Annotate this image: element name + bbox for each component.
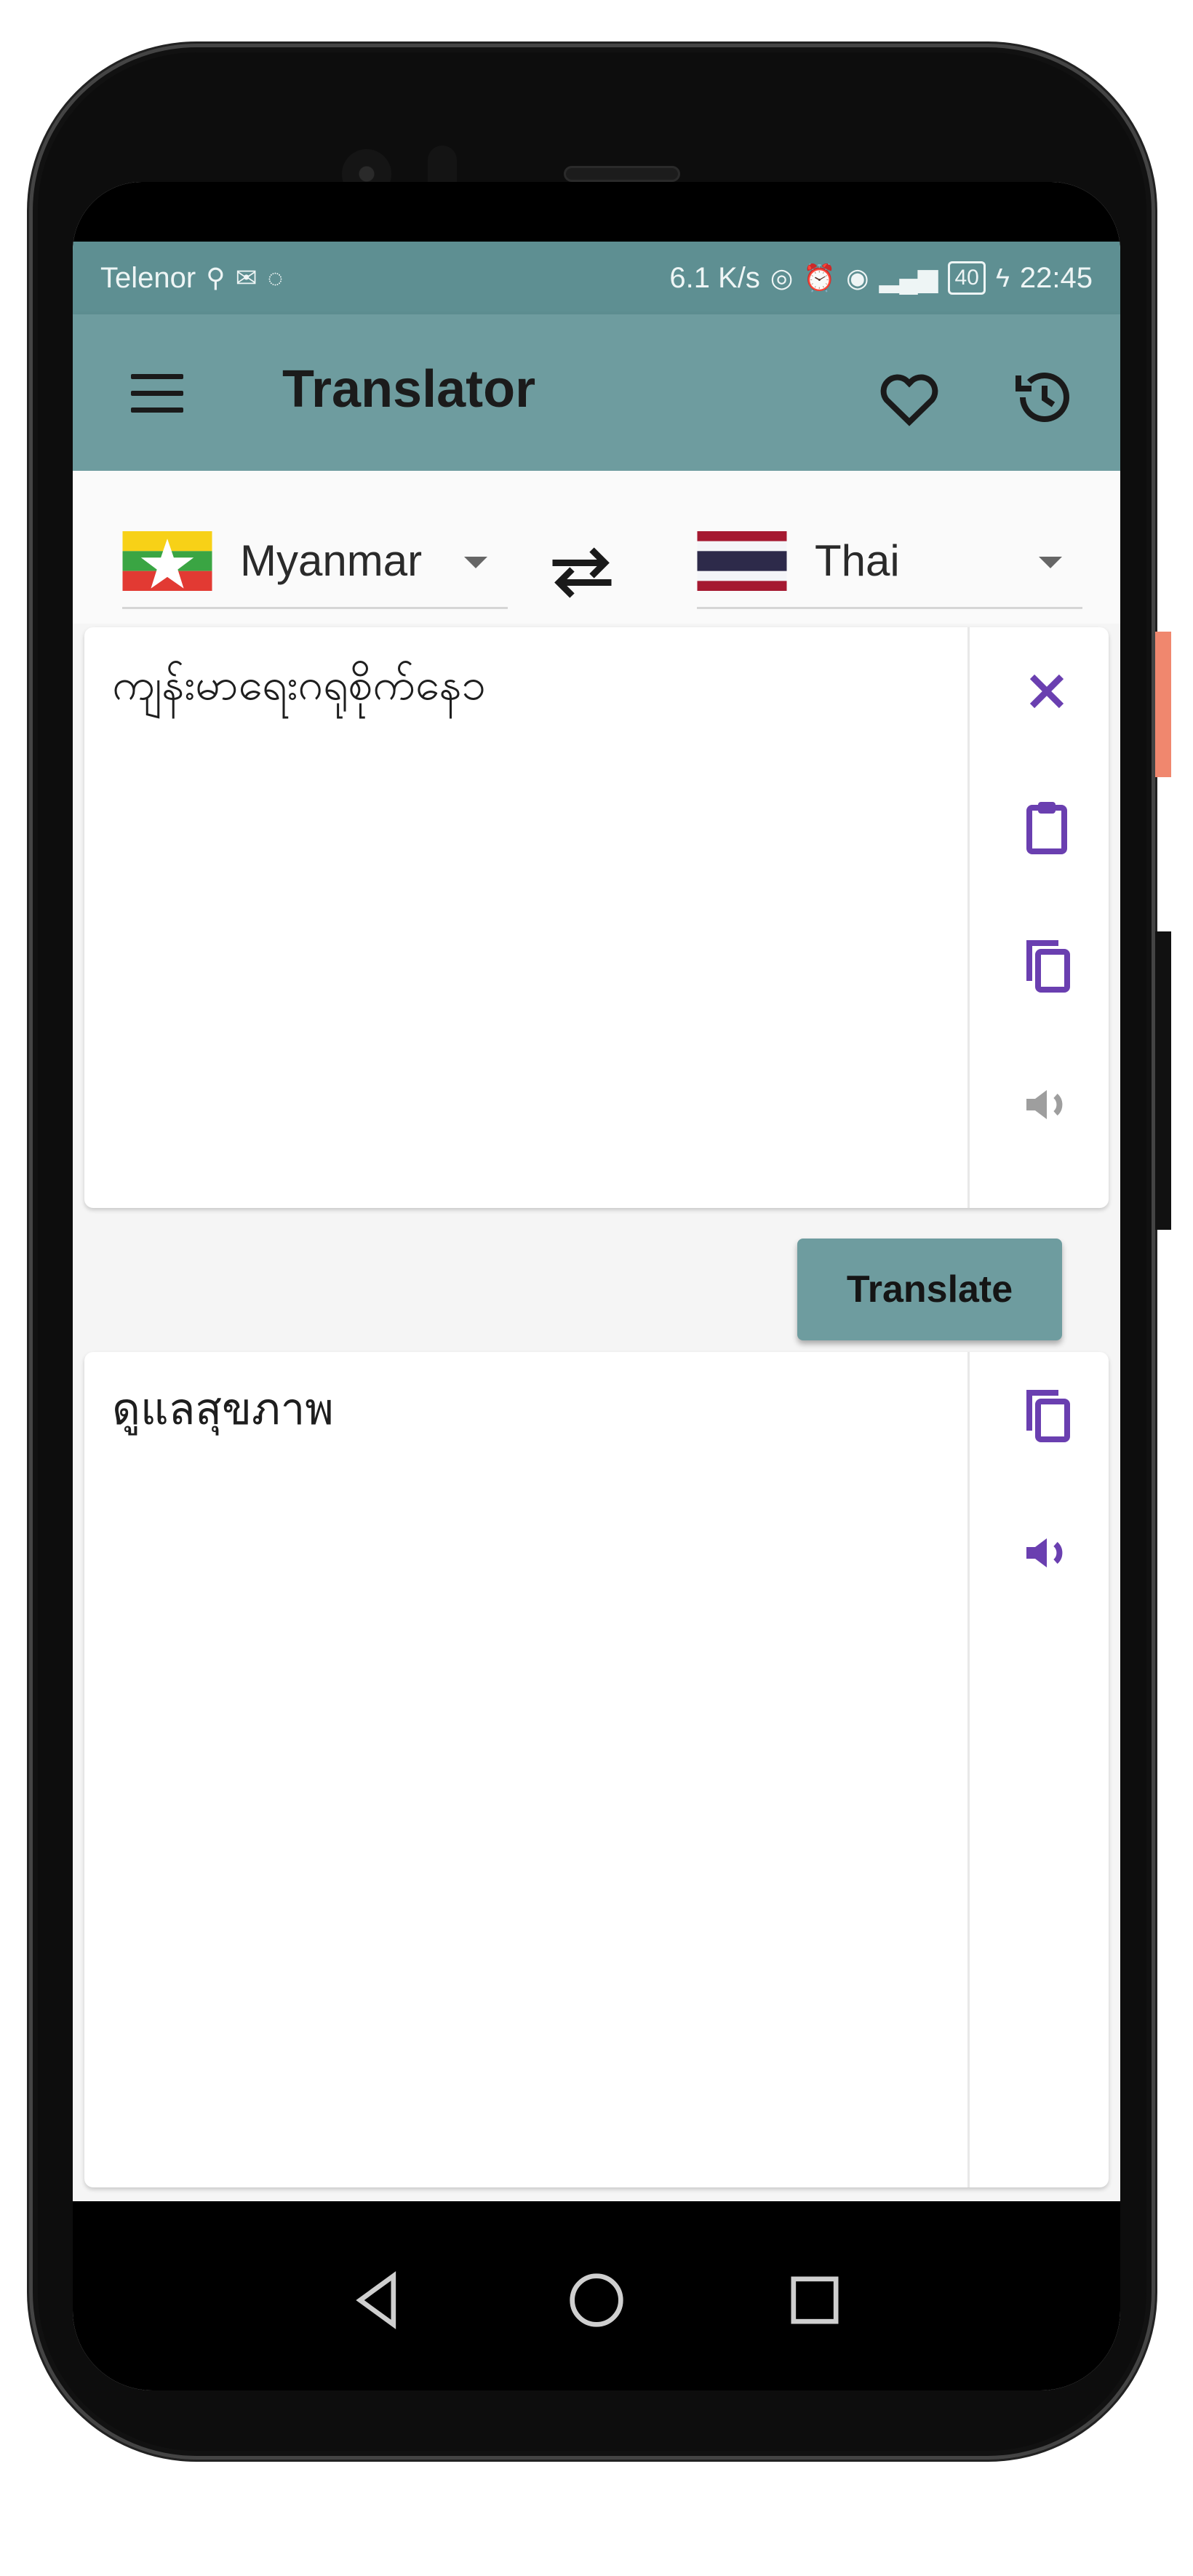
eye-comfort-icon: ◉ <box>846 263 869 293</box>
battery-icon: 40 <box>948 261 986 295</box>
net-speed: 6.1 K/s <box>669 261 760 294</box>
target-language-label: Thai <box>815 536 900 585</box>
heart-icon[interactable] <box>874 362 944 432</box>
copy-icon[interactable] <box>1012 931 1082 1001</box>
chevron-down-icon <box>1039 557 1062 568</box>
speaker-icon[interactable] <box>1012 1070 1082 1140</box>
carrier-label: Telenor <box>100 261 196 294</box>
back-icon[interactable] <box>342 2264 415 2337</box>
side-button <box>1155 931 1171 1230</box>
history-icon[interactable] <box>1010 362 1080 432</box>
output-text: ดูแลสุขภาพ <box>112 1385 334 1434</box>
swap-icon[interactable] <box>542 540 622 605</box>
side-button <box>1155 632 1171 777</box>
recents-icon[interactable] <box>778 2264 851 2337</box>
screen: Telenor ⚲ ✉ ◌ 6.1 K/s ◎ ⏰ ◉ ▂▄▆ 40 ϟ 22:… <box>73 182 1120 2390</box>
menu-icon[interactable] <box>131 374 183 413</box>
input-card: ကျန်းမာရေးဂရုစိုက်နေ၁ <box>84 627 1109 1208</box>
clock: 22:45 <box>1019 261 1093 294</box>
signal-icon: ▂▄▆ <box>879 263 938 293</box>
home-icon[interactable] <box>560 2264 633 2337</box>
alarm-icon: ⏰ <box>803 263 837 293</box>
thailand-flag-icon <box>697 530 787 591</box>
myanmar-flag-icon <box>122 530 212 591</box>
divider <box>967 1352 970 2187</box>
charging-icon: ϟ <box>995 263 1010 293</box>
source-language-dropdown[interactable]: Myanmar <box>122 514 508 609</box>
app-bar: Translator <box>73 314 1120 471</box>
translate-button[interactable]: Translate <box>797 1239 1062 1340</box>
navigation-bar <box>73 2201 1120 2390</box>
language-selector-row: Myanmar Thai <box>73 471 1120 624</box>
copy-icon[interactable] <box>1012 1381 1082 1451</box>
messenger-icon: ◌ <box>267 263 284 293</box>
input-text-field[interactable]: ကျန်းမာရေးဂရုစိုက်နေ၁ <box>112 656 949 713</box>
mail-icon: ✉ <box>235 263 258 293</box>
clipboard-icon[interactable] <box>1012 793 1082 863</box>
battery-level: 40 <box>954 266 979 290</box>
app-title: Translator <box>282 360 536 418</box>
target-language-dropdown[interactable]: Thai <box>697 514 1082 609</box>
speaker-icon[interactable] <box>1012 1518 1082 1588</box>
divider <box>967 627 970 1208</box>
source-language-label: Myanmar <box>240 536 423 585</box>
usb-icon: ⚲ <box>206 263 226 293</box>
earpiece-speaker <box>564 166 680 182</box>
status-bar: Telenor ⚲ ✉ ◌ 6.1 K/s ◎ ⏰ ◉ ▂▄▆ 40 ϟ 22:… <box>73 242 1120 314</box>
hotspot-icon: ◎ <box>770 263 794 293</box>
output-card: ดูแลสุขภาพ <box>84 1352 1109 2187</box>
close-icon[interactable] <box>1012 656 1082 726</box>
screen-top <box>73 182 1120 242</box>
chevron-down-icon <box>464 557 487 568</box>
